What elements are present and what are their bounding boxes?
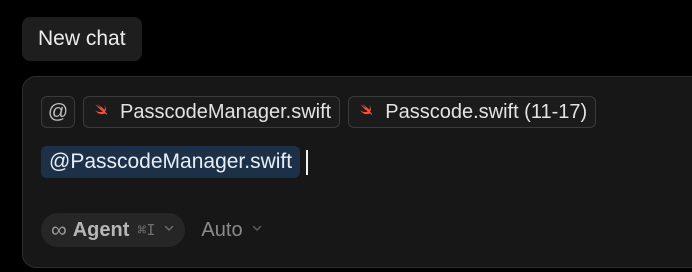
chat-composer[interactable]: @ PasscodeManager.swift Passcode.swift (…: [22, 76, 692, 268]
context-chip-label: Passcode.swift (11-17): [385, 100, 588, 123]
add-context-button[interactable]: @: [41, 96, 75, 128]
context-chip-label: PasscodeManager.swift: [120, 100, 332, 123]
swift-icon: [93, 101, 111, 124]
swift-icon: [358, 101, 376, 124]
agent-mode-selector[interactable]: ∞ Agent ⌘I: [41, 213, 186, 247]
chevron-down-icon: [249, 221, 263, 239]
model-label: Auto: [201, 218, 243, 241]
composer-toolbar: ∞ Agent ⌘I Auto: [41, 213, 269, 247]
new-chat-tab[interactable]: New chat: [22, 17, 142, 61]
message-input[interactable]: @PasscodeManager.swift: [41, 146, 309, 178]
chevron-down-icon: [161, 221, 175, 239]
context-chip-passcodemanager[interactable]: PasscodeManager.swift: [83, 96, 341, 128]
infinity-icon: ∞: [51, 217, 67, 242]
keyboard-shortcut: ⌘I: [137, 221, 156, 239]
file-mention[interactable]: @PasscodeManager.swift: [41, 146, 301, 178]
context-row: @ PasscodeManager.swift Passcode.swift (…: [41, 96, 597, 128]
agent-mode-label: Agent: [72, 218, 130, 241]
chat-panel: New chat @ PasscodeManager.swift Passcod…: [0, 0, 692, 272]
text-cursor: [306, 149, 309, 175]
model-selector[interactable]: Auto: [195, 213, 268, 247]
context-chip-passcode[interactable]: Passcode.swift (11-17): [348, 96, 597, 128]
